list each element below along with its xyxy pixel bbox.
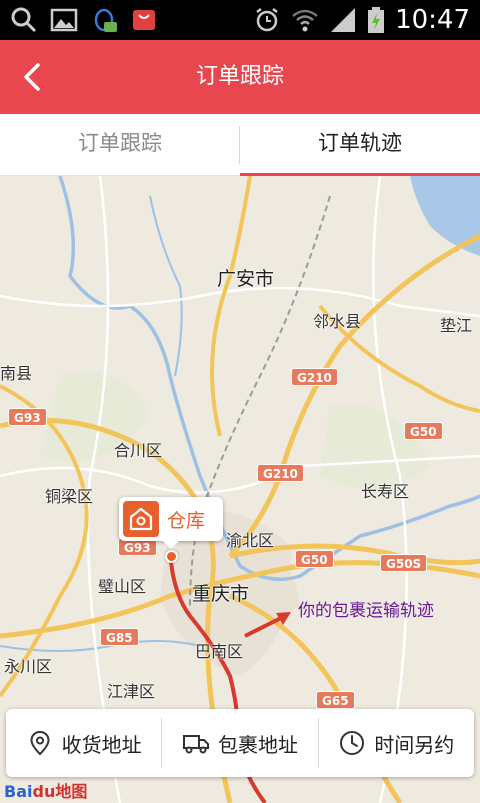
location-pin-icon xyxy=(30,730,50,756)
highway-shield: G50 xyxy=(404,422,443,440)
action-bar: 收货地址 包裹地址 时间另约 xyxy=(6,709,474,777)
place-label: 邻水县 xyxy=(313,312,362,331)
wifi-icon xyxy=(292,9,318,32)
clock-icon xyxy=(340,731,365,755)
app-header: 订单跟踪 xyxy=(0,40,480,114)
package-address-label: 包裹地址 xyxy=(217,732,298,757)
place-label: 江津区 xyxy=(107,682,156,701)
alarm-icon xyxy=(256,8,278,32)
tab-order-route[interactable]: 订单轨迹 xyxy=(240,114,480,177)
warehouse-icon xyxy=(123,501,159,537)
status-bar: 10:47 xyxy=(0,0,480,40)
highway-shield: G50 xyxy=(295,550,334,568)
highway-shield: G210 xyxy=(291,368,338,386)
qq-icon xyxy=(94,8,117,32)
clock-time: 10:47 xyxy=(395,5,470,35)
baidu-map-logo: Baidu地图 xyxy=(4,782,88,801)
warehouse-label: 仓库 xyxy=(167,509,206,532)
tab-bar: 订单跟踪 订单轨迹 xyxy=(0,114,480,177)
warehouse-marker[interactable]: 仓库 xyxy=(119,497,223,549)
place-label: 广安市 xyxy=(217,268,275,290)
route-annotation: 你的包裹运输轨迹 xyxy=(298,601,434,621)
reschedule-time-button[interactable]: 时间另约 xyxy=(317,718,474,768)
place-label: 合川区 xyxy=(114,441,163,460)
package-address-button[interactable]: 包裹地址 xyxy=(161,718,317,768)
tab-divider xyxy=(239,126,240,164)
place-label: 永川区 xyxy=(4,657,53,676)
highway-shield: G210 xyxy=(257,464,304,482)
reschedule-time-label: 时间另约 xyxy=(374,732,455,757)
highway-shield: G65 xyxy=(316,691,355,709)
search-icon xyxy=(11,7,37,33)
highway-shield: G50S xyxy=(380,554,428,572)
highway-shield: G93 xyxy=(8,408,47,426)
place-label: 长寿区 xyxy=(361,482,410,501)
highway-shield: G85 xyxy=(100,628,139,646)
truck-icon xyxy=(182,735,209,754)
delivery-address-label: 收货地址 xyxy=(61,732,142,757)
delivery-address-button[interactable]: 收货地址 xyxy=(6,718,161,768)
warehouse-pin xyxy=(165,550,178,563)
place-label: 铜梁区 xyxy=(45,487,94,506)
signal-icon xyxy=(331,8,356,32)
image-icon xyxy=(50,8,78,32)
place-label: 南县 xyxy=(0,364,33,383)
place-label: 重庆市 xyxy=(192,583,250,605)
tab-order-tracking[interactable]: 订单跟踪 xyxy=(0,114,240,175)
place-label: 垫江 xyxy=(440,316,473,335)
place-label: 巴南区 xyxy=(195,642,244,661)
page-title: 订单跟踪 xyxy=(195,64,284,89)
shopping-bag-icon xyxy=(133,10,155,30)
place-label: 渝北区 xyxy=(226,531,275,550)
battery-icon xyxy=(368,7,385,33)
place-label: 璧山区 xyxy=(98,577,147,596)
